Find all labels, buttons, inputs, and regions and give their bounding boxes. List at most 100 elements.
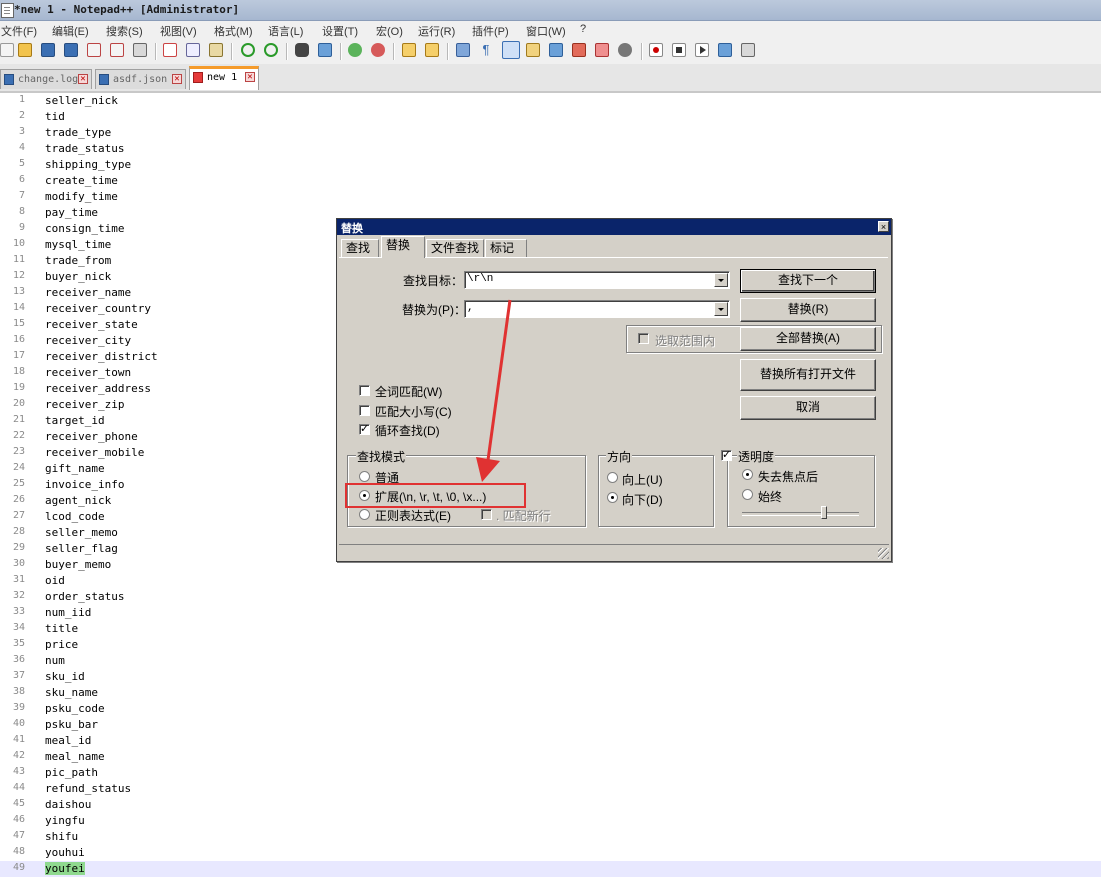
- tab-change-log[interactable]: change.log ✕: [0, 69, 92, 89]
- in-selection-checkbox[interactable]: [638, 333, 649, 344]
- editor-line[interactable]: 32 order_status: [0, 589, 1101, 605]
- find-what-combobox[interactable]: \r\n: [464, 271, 730, 289]
- new-file-icon[interactable]: [0, 43, 14, 57]
- find-next-button[interactable]: 查找下一个: [740, 269, 876, 293]
- record-macro-icon[interactable]: [649, 43, 663, 57]
- save-macro-icon[interactable]: [741, 43, 755, 57]
- mode-regex-radio[interactable]: [359, 509, 370, 520]
- replace-all-button[interactable]: 全部替换(A): [740, 327, 876, 351]
- play-multiple-icon[interactable]: [718, 43, 732, 57]
- replace-icon[interactable]: [318, 43, 332, 57]
- editor-line[interactable]: 36 num: [0, 653, 1101, 669]
- editor-line[interactable]: 2 tid: [0, 109, 1101, 125]
- undo-icon[interactable]: [241, 43, 255, 57]
- user-lang-icon[interactable]: [526, 43, 540, 57]
- editor-line[interactable]: 34 title: [0, 621, 1101, 637]
- editor-line[interactable]: 37 sku_id: [0, 669, 1101, 685]
- play-macro-icon[interactable]: [695, 43, 709, 57]
- resize-grip-icon[interactable]: [878, 548, 889, 559]
- menu-file[interactable]: 文件(F): [1, 23, 37, 39]
- print-icon[interactable]: [133, 43, 147, 57]
- menu-run[interactable]: 运行(R): [418, 23, 455, 39]
- editor-line[interactable]: 6 create_time: [0, 173, 1101, 189]
- chevron-down-icon[interactable]: [714, 273, 728, 287]
- indent-guide-icon[interactable]: [502, 41, 520, 59]
- replace-all-open-docs-button[interactable]: 替换所有打开文件: [740, 359, 876, 391]
- editor-line[interactable]: 4 trade_status: [0, 141, 1101, 157]
- transparency-checkbox[interactable]: [721, 448, 732, 461]
- menu-settings[interactable]: 设置(T): [322, 23, 358, 39]
- editor-line[interactable]: 33 num_iid: [0, 605, 1101, 621]
- editor-line[interactable]: 38 sku_name: [0, 685, 1101, 701]
- editor-line[interactable]: 49 youfei: [0, 861, 1101, 877]
- editor-line[interactable]: 41 meal_id: [0, 733, 1101, 749]
- close-file-icon[interactable]: [87, 43, 101, 57]
- editor-line[interactable]: 48 youhui: [0, 845, 1101, 861]
- tab-find[interactable]: 查找: [341, 239, 379, 257]
- copy-icon[interactable]: [186, 43, 200, 57]
- match-case-checkbox[interactable]: [359, 405, 370, 416]
- dot-newline-checkbox[interactable]: [481, 509, 492, 520]
- always-radio[interactable]: [742, 489, 753, 500]
- editor-line[interactable]: 45 daishou: [0, 797, 1101, 813]
- cancel-button[interactable]: 取消: [740, 396, 876, 420]
- menu-help[interactable]: ?: [580, 23, 586, 35]
- editor-line[interactable]: 3 trade_type: [0, 125, 1101, 141]
- transparency-slider-track[interactable]: [742, 512, 859, 516]
- cut-icon[interactable]: [163, 43, 177, 57]
- find-icon[interactable]: [295, 43, 309, 57]
- close-tab-icon[interactable]: ✕: [78, 74, 88, 84]
- tab-find-in-files[interactable]: 文件查找: [426, 239, 484, 257]
- editor-line[interactable]: 42 meal_name: [0, 749, 1101, 765]
- save-icon[interactable]: [41, 43, 55, 57]
- menu-window[interactable]: 窗口(W): [526, 23, 566, 39]
- editor-line[interactable]: 44 refund_status: [0, 781, 1101, 797]
- editor-line[interactable]: 40 psku_bar: [0, 717, 1101, 733]
- tab-new-1[interactable]: new 1 ✕: [189, 66, 259, 90]
- editor-line[interactable]: 39 psku_code: [0, 701, 1101, 717]
- replace-button[interactable]: 替换(R): [740, 298, 876, 322]
- open-file-icon[interactable]: [18, 43, 32, 57]
- close-all-icon[interactable]: [110, 43, 124, 57]
- editor-line[interactable]: 46 yingfu: [0, 813, 1101, 829]
- editor-line[interactable]: 35 price: [0, 637, 1101, 653]
- tab-mark[interactable]: 标记: [485, 239, 527, 257]
- transparency-slider-thumb[interactable]: [821, 506, 827, 519]
- sync-horizontal-icon[interactable]: [425, 43, 439, 57]
- paste-icon[interactable]: [209, 43, 223, 57]
- menu-plugins[interactable]: 插件(P): [472, 23, 509, 39]
- close-icon[interactable]: ×: [878, 221, 889, 232]
- whole-word-checkbox[interactable]: [359, 385, 370, 396]
- direction-down-radio[interactable]: [607, 492, 618, 503]
- function-list-icon[interactable]: [572, 43, 586, 57]
- on-lose-focus-radio[interactable]: [742, 469, 753, 480]
- dialog-title-bar[interactable]: 替换 ×: [337, 219, 891, 235]
- close-tab-icon[interactable]: ✕: [245, 72, 255, 82]
- zoom-out-icon[interactable]: [371, 43, 385, 57]
- stop-macro-icon[interactable]: [672, 43, 686, 57]
- menu-language[interactable]: 语言(L): [268, 23, 303, 39]
- doc-map-icon[interactable]: [549, 43, 563, 57]
- wrap-around-checkbox[interactable]: [359, 422, 370, 435]
- close-tab-icon[interactable]: ✕: [172, 74, 182, 84]
- menu-search[interactable]: 搜索(S): [106, 23, 143, 39]
- editor-line[interactable]: 5 shipping_type: [0, 157, 1101, 173]
- chevron-down-icon[interactable]: [714, 302, 728, 316]
- direction-up-radio[interactable]: [607, 472, 618, 483]
- editor-line[interactable]: 47 shifu: [0, 829, 1101, 845]
- tab-asdf-json[interactable]: asdf.json ✕: [95, 69, 186, 89]
- zoom-in-icon[interactable]: [348, 43, 362, 57]
- folder-workspace-icon[interactable]: [595, 43, 609, 57]
- editor-line[interactable]: 7 modify_time: [0, 189, 1101, 205]
- menu-macro[interactable]: 宏(O): [376, 23, 403, 39]
- redo-icon[interactable]: [264, 43, 278, 57]
- editor-line[interactable]: 1 seller_nick: [0, 93, 1101, 109]
- menu-edit[interactable]: 编辑(E): [52, 23, 89, 39]
- editor-line[interactable]: 31 oid: [0, 573, 1101, 589]
- word-wrap-icon[interactable]: [456, 43, 470, 57]
- menu-format[interactable]: 格式(M): [214, 23, 253, 39]
- menu-view[interactable]: 视图(V): [160, 23, 197, 39]
- editor-line[interactable]: 43 pic_path: [0, 765, 1101, 781]
- monitoring-icon[interactable]: [618, 43, 632, 57]
- save-all-icon[interactable]: [64, 43, 78, 57]
